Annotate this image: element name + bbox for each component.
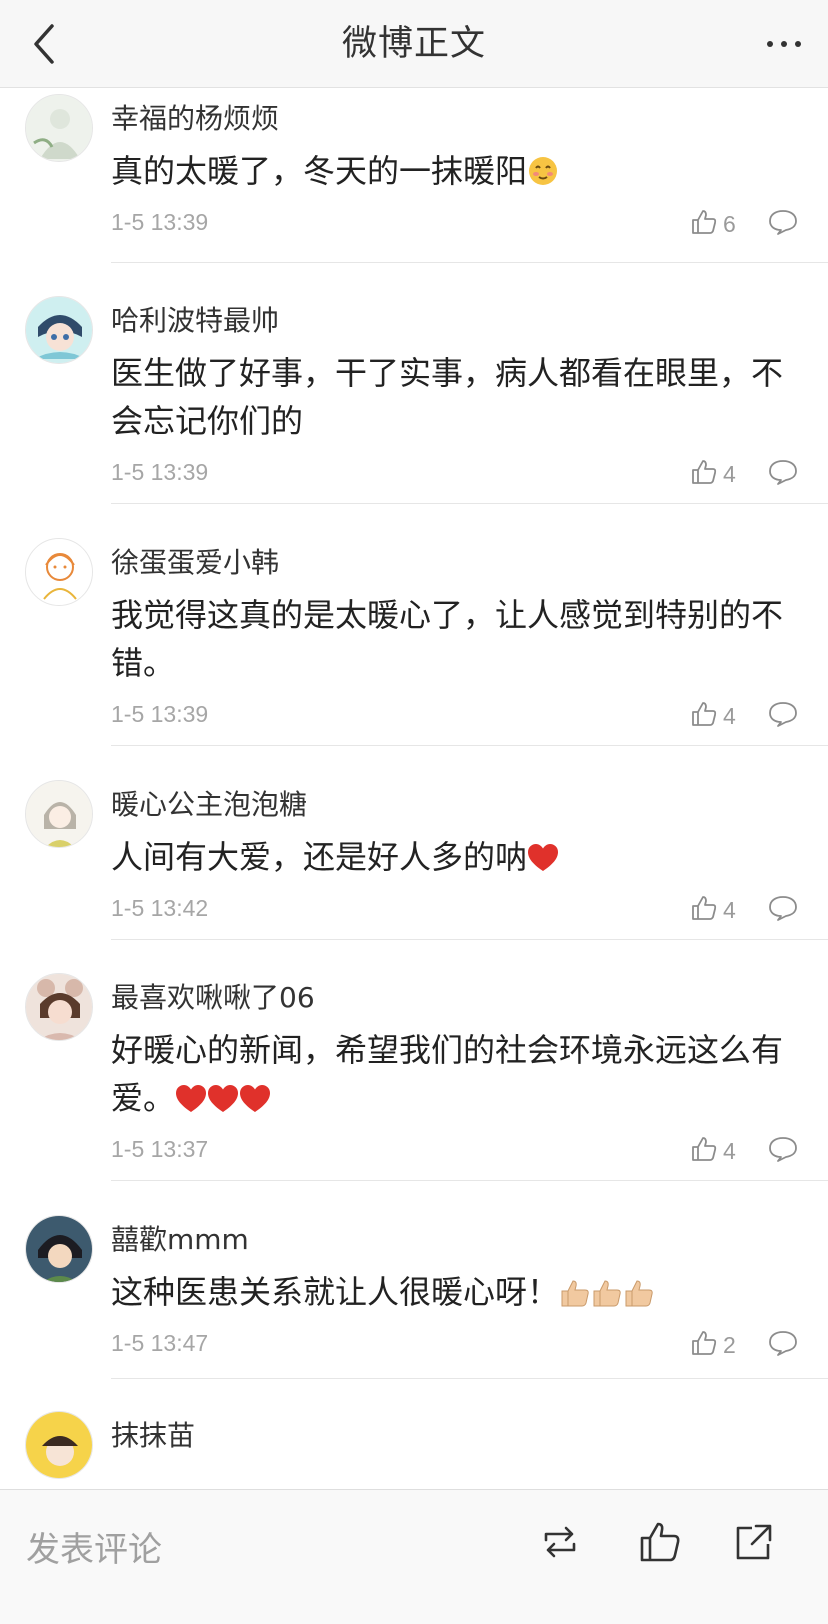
comment-text: 真的太暖了，冬天的一抹暖阳	[111, 147, 801, 200]
comment-username[interactable]: 幸福的杨烦烦	[111, 97, 279, 137]
comment-divider	[111, 262, 828, 263]
comment-divider	[111, 1180, 828, 1181]
like-count: 4	[723, 703, 736, 729]
avatar[interactable]	[25, 1215, 93, 1283]
repost-icon[interactable]	[538, 1520, 582, 1564]
comment-text: 人间有大爱，还是好人多的呐	[111, 833, 801, 886]
bottom-action-bar: 发表评论	[0, 1489, 828, 1624]
comment-text: 这种医患关系就让人很暖心呀！	[111, 1268, 801, 1321]
like-count: 2	[723, 1332, 736, 1358]
comment-text: 医生做了好事，干了实事，病人都看在眼里，不会忘记你们的	[111, 354, 784, 440]
comment-input[interactable]: 发表评论	[26, 1522, 162, 1571]
comment-divider	[111, 503, 828, 504]
comment-time: 1-5 13:39	[111, 459, 209, 485]
avatar[interactable]	[25, 780, 93, 848]
like-count: 4	[723, 897, 736, 923]
share-icon[interactable]	[732, 1520, 776, 1564]
comment-divider	[111, 1378, 828, 1379]
comment-time: 1-5 13:47	[111, 1330, 209, 1356]
reply-icon[interactable]	[768, 1329, 798, 1357]
red-heart-emoji-icon	[527, 838, 559, 886]
more-icon[interactable]	[762, 22, 806, 66]
comment-text: 我觉得这真的是太暖心了，让人感觉到特别的不错。	[111, 596, 784, 682]
comment-list: 幸福的杨烦烦 真的太暖了，冬天的一抹暖阳 1-5 13:39 6 哈利波特最帅 …	[0, 89, 828, 1489]
thumbs-up-emoji-icon	[591, 1273, 623, 1321]
avatar[interactable]	[25, 973, 93, 1041]
reply-icon[interactable]	[768, 1135, 798, 1163]
reply-icon[interactable]	[768, 208, 798, 236]
comment-username[interactable]: 抹抹苗	[111, 1414, 195, 1454]
like-icon[interactable]	[690, 458, 718, 486]
comment-time: 1-5 13:39	[111, 209, 209, 235]
thumbs-up-icon[interactable]	[638, 1520, 682, 1564]
comment-username[interactable]: 囍歡mmm	[111, 1218, 249, 1258]
comment-username[interactable]: 哈利波特最帅	[111, 299, 279, 339]
like-icon[interactable]	[690, 700, 718, 728]
avatar[interactable]	[25, 94, 93, 162]
like-count: 4	[723, 461, 736, 487]
red-heart-emoji-icon	[175, 1079, 207, 1127]
comment-divider	[111, 745, 828, 746]
reply-icon[interactable]	[768, 458, 798, 486]
comment-username[interactable]: 暖心公主泡泡糖	[111, 783, 307, 823]
page-title: 微博正文	[341, 24, 486, 64]
comment-time: 1-5 13:39	[111, 701, 209, 727]
comment-divider	[111, 939, 828, 940]
thumbs-up-emoji-icon	[559, 1273, 591, 1321]
like-icon[interactable]	[690, 1135, 718, 1163]
comment-username[interactable]: 最喜欢啾啾了06	[111, 976, 315, 1016]
like-icon[interactable]	[690, 1329, 718, 1357]
red-heart-emoji-icon	[207, 1079, 239, 1127]
like-count: 4	[723, 1138, 736, 1164]
like-count: 6	[723, 211, 736, 237]
thumbs-up-emoji-icon	[623, 1273, 655, 1321]
comment-text-content: 这种医患关系就让人很暖心呀！	[111, 1273, 560, 1311]
reply-icon[interactable]	[768, 894, 798, 922]
comment-text: 好暖心的新闻，希望我们的社会环境永远这么有爱。	[111, 1026, 801, 1127]
comment-text-content: 真的太暖了，冬天的一抹暖阳	[111, 152, 528, 190]
comment-username[interactable]: 徐蛋蛋爱小韩	[111, 541, 279, 581]
reply-icon[interactable]	[768, 700, 798, 728]
avatar[interactable]	[25, 1411, 93, 1479]
blushing-face-emoji-icon	[527, 152, 559, 200]
comment-time: 1-5 13:37	[111, 1136, 209, 1162]
like-icon[interactable]	[690, 208, 718, 236]
avatar[interactable]	[25, 538, 93, 606]
red-heart-emoji-icon	[239, 1079, 271, 1127]
comment-text-content: 人间有大爱，还是好人多的呐	[111, 838, 528, 876]
navigation-bar: 微博正文	[0, 0, 828, 88]
like-icon[interactable]	[690, 894, 718, 922]
avatar[interactable]	[25, 296, 93, 364]
comment-time: 1-5 13:42	[111, 895, 209, 921]
